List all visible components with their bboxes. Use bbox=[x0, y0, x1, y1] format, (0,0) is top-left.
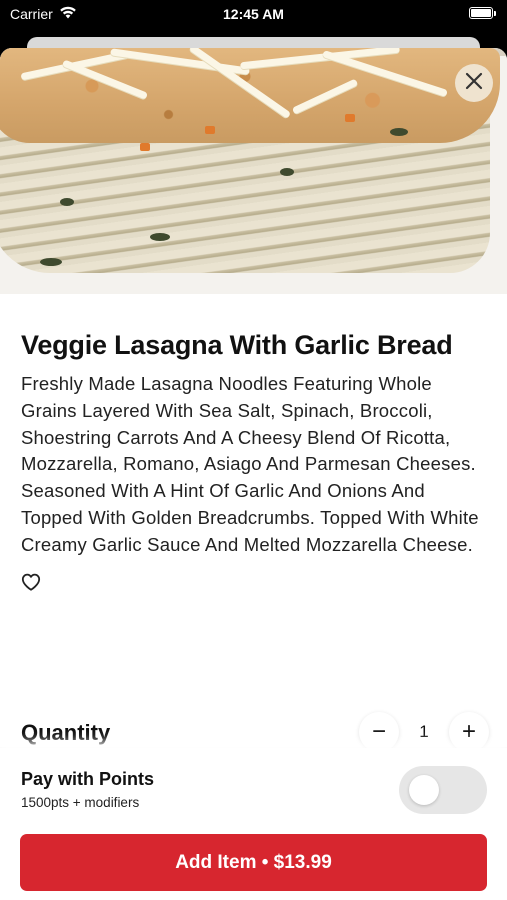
spinach-piece bbox=[280, 168, 294, 176]
favorite-button[interactable] bbox=[21, 573, 43, 595]
plus-icon: + bbox=[461, 718, 476, 745]
quantity-value: 1 bbox=[419, 722, 429, 741]
quantity-label: Quantity bbox=[21, 720, 111, 745]
checkout-panel: Pay with Points 1500pts + modifiers Add … bbox=[0, 748, 507, 900]
item-detail-sheet: Veggie Lasagna With Garlic Bread Freshly… bbox=[0, 48, 507, 900]
add-item-label: Add Item • $13.99 bbox=[175, 851, 332, 873]
pay-with-points-label: Pay with Points bbox=[21, 769, 155, 789]
item-title: Veggie Lasagna With Garlic Bread bbox=[21, 330, 453, 360]
spinach-piece bbox=[40, 258, 62, 266]
close-button[interactable] bbox=[455, 64, 493, 102]
spinach-piece bbox=[60, 198, 74, 206]
points-cost-label: 1500pts + modifiers bbox=[21, 795, 140, 810]
status-bar: Carrier 12:45 AM bbox=[0, 0, 507, 36]
heart-icon bbox=[21, 573, 41, 591]
close-icon bbox=[465, 72, 483, 95]
status-time: 12:45 AM bbox=[223, 6, 284, 22]
item-content: Veggie Lasagna With Garlic Bread Freshly… bbox=[21, 326, 486, 595]
increment-button[interactable]: + bbox=[449, 712, 489, 752]
carrot-piece bbox=[345, 114, 355, 122]
item-image bbox=[0, 48, 507, 294]
spinach-piece bbox=[390, 128, 408, 136]
toggle-knob bbox=[409, 775, 439, 805]
quantity-stepper: − 1 + bbox=[359, 712, 489, 752]
carrot-piece bbox=[205, 126, 215, 134]
carrot-piece bbox=[140, 143, 150, 151]
minus-icon: − bbox=[371, 718, 386, 745]
item-description: Freshly Made Lasagna Noodles Featuring W… bbox=[21, 373, 479, 555]
pay-with-points-toggle[interactable] bbox=[399, 766, 487, 814]
add-item-button[interactable]: Add Item • $13.99 bbox=[20, 834, 487, 891]
decrement-button[interactable]: − bbox=[359, 712, 399, 752]
battery-icon bbox=[469, 7, 496, 19]
spinach-piece bbox=[150, 233, 170, 241]
